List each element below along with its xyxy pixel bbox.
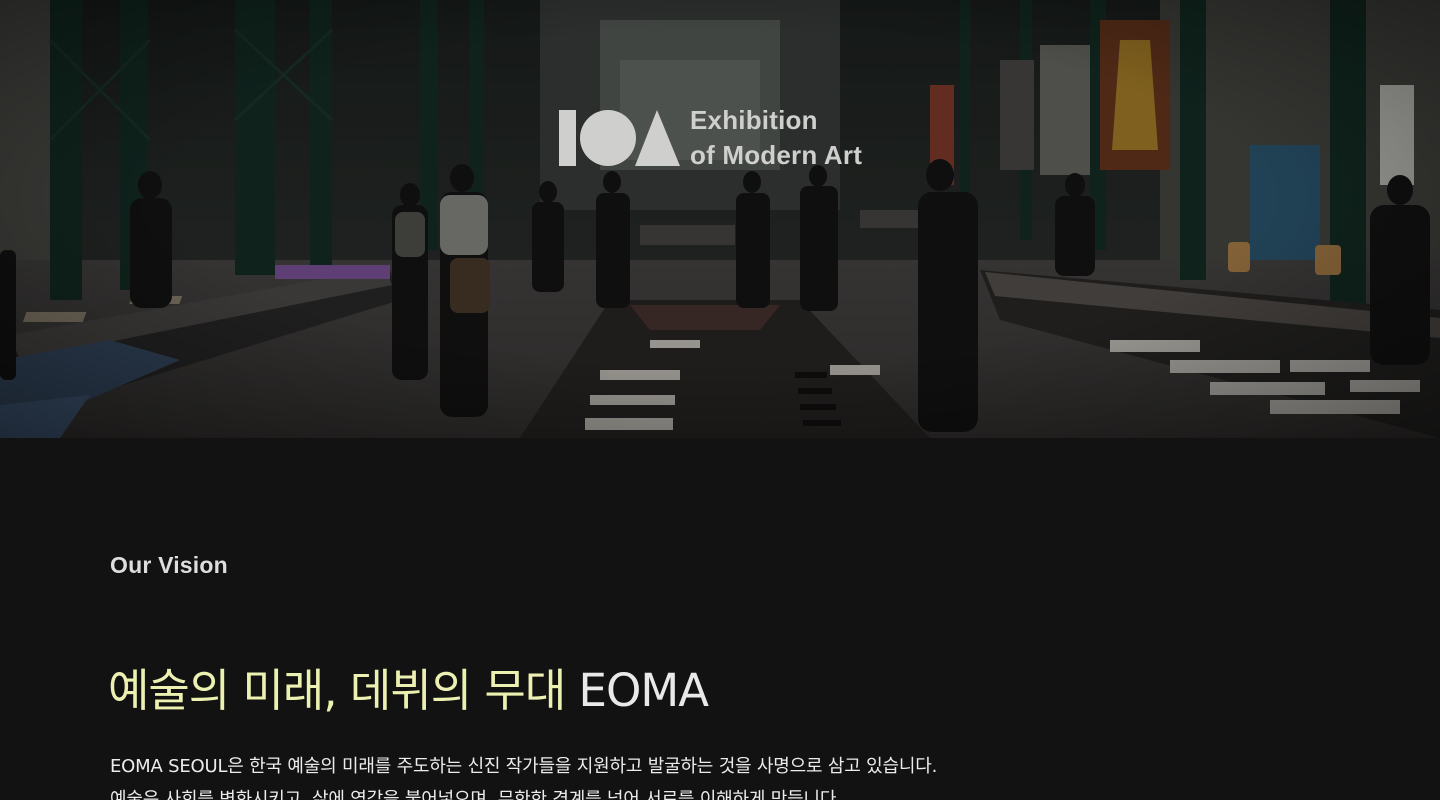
- headline-brand: EOMA: [578, 664, 709, 717]
- ioa-logo-mark: [559, 110, 680, 166]
- description-line-1: EOMA SEOUL은 한국 예술의 미래를 주도하는 신진 작가들을 지원하고…: [110, 756, 938, 777]
- section-label: Our Vision: [110, 552, 228, 578]
- site-logo[interactable]: Exhibition of Modern Art: [559, 103, 862, 173]
- vision-headline: 예술의 미래, 데뷔의 무대 EOMA: [108, 654, 709, 719]
- vision-section: Our Vision 예술의 미래, 데뷔의 무대 EOMA EOMA SEOU…: [108, 438, 1330, 800]
- logo-line-1: Exhibition: [690, 105, 818, 135]
- logo-wordmark: Exhibition of Modern Art: [690, 103, 862, 173]
- exhibition-hall-photo: [0, 0, 1440, 438]
- logo-line-2: of Modern Art: [690, 140, 863, 170]
- headline-accent: 예술의 미래, 데뷔의 무대: [108, 664, 566, 717]
- vision-description: EOMA SEOUL은 한국 예술의 미래를 주도하는 신진 작가들을 지원하고…: [110, 750, 1110, 800]
- hero-banner: Exhibition of Modern Art: [0, 0, 1440, 438]
- description-line-2: 예술은 사회를 변화시키고, 삶에 영감을 불어넣으며, 무한한 경계를 넘어 …: [110, 789, 842, 800]
